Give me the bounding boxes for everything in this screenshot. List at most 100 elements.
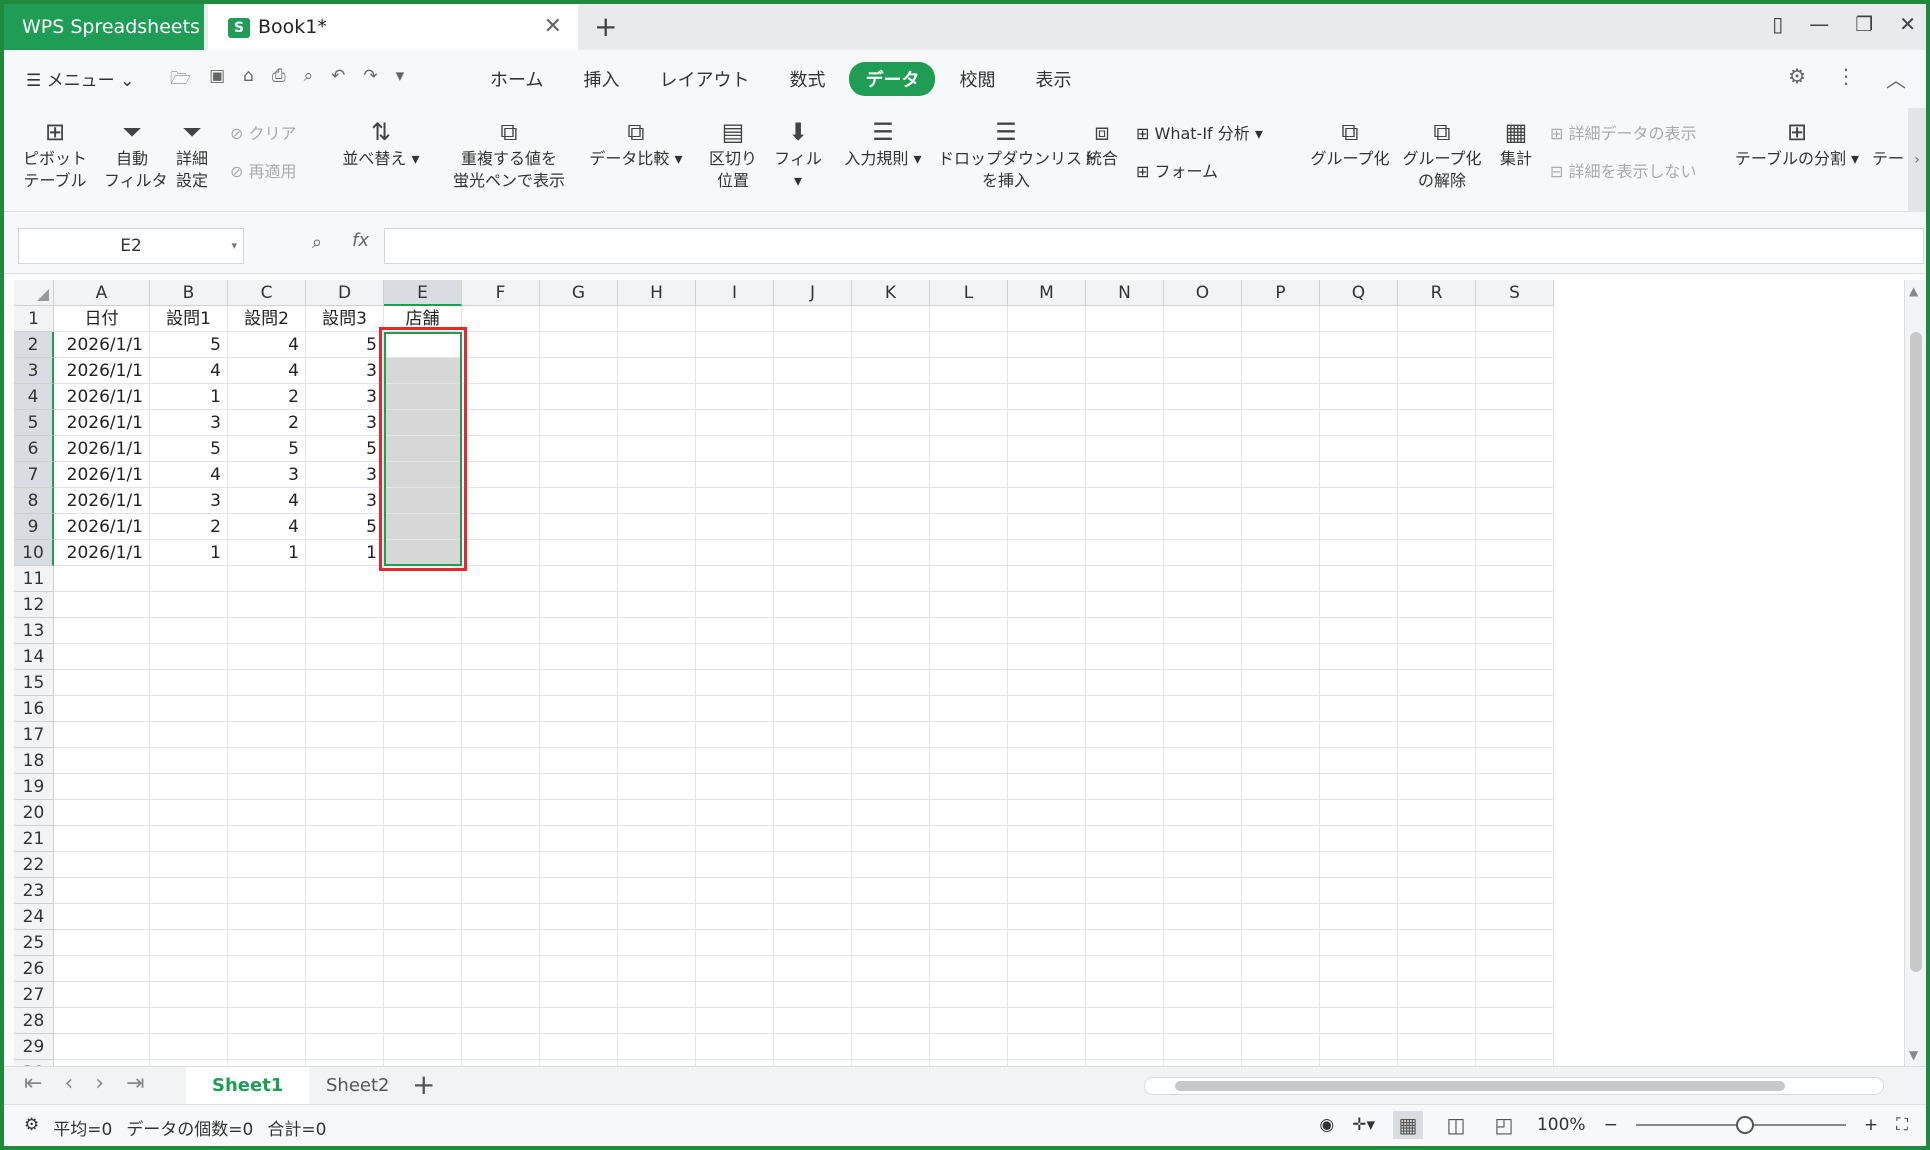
- close-window-icon[interactable]: ✕: [1899, 12, 1916, 36]
- table-button-partial[interactable]: テー: [1868, 116, 1908, 170]
- row-header-8[interactable]: 8: [14, 488, 54, 514]
- cell-p25[interactable]: [1242, 930, 1320, 956]
- cell-d5[interactable]: 3: [306, 410, 384, 436]
- cell-a28[interactable]: [54, 1008, 150, 1034]
- cell-o18[interactable]: [1164, 748, 1242, 774]
- cell-i16[interactable]: [696, 696, 774, 722]
- cell-q14[interactable]: [1320, 644, 1398, 670]
- cell-d12[interactable]: [306, 592, 384, 618]
- cell-l11[interactable]: [930, 566, 1008, 592]
- cell-f15[interactable]: [462, 670, 540, 696]
- cell-d13[interactable]: [306, 618, 384, 644]
- collapse-ribbon-icon[interactable]: ︿: [1886, 64, 1906, 93]
- cell-g17[interactable]: [540, 722, 618, 748]
- cell-m2[interactable]: [1008, 332, 1086, 358]
- page-break-view-icon[interactable]: ◰: [1489, 1111, 1519, 1139]
- row-header-7[interactable]: 7: [14, 462, 54, 488]
- cell-f18[interactable]: [462, 748, 540, 774]
- cell-d18[interactable]: [306, 748, 384, 774]
- tab-formulas[interactable]: 数式: [773, 62, 841, 96]
- cell-s1[interactable]: [1476, 306, 1554, 332]
- cell-a15[interactable]: [54, 670, 150, 696]
- cell-c8[interactable]: 4: [228, 488, 306, 514]
- cell-h26[interactable]: [618, 956, 696, 982]
- row-header-29[interactable]: 29: [14, 1034, 54, 1060]
- cell-q22[interactable]: [1320, 852, 1398, 878]
- cell-p29[interactable]: [1242, 1034, 1320, 1060]
- cell-a2[interactable]: 2026/1/1: [54, 332, 150, 358]
- cell-l14[interactable]: [930, 644, 1008, 670]
- cell-d27[interactable]: [306, 982, 384, 1008]
- cell-k7[interactable]: [852, 462, 930, 488]
- cell-c7[interactable]: 3: [228, 462, 306, 488]
- cell-q13[interactable]: [1320, 618, 1398, 644]
- cell-s3[interactable]: [1476, 358, 1554, 384]
- cell-e27[interactable]: [384, 982, 462, 1008]
- cell-a20[interactable]: [54, 800, 150, 826]
- cell-c13[interactable]: [228, 618, 306, 644]
- cell-g28[interactable]: [540, 1008, 618, 1034]
- cell-c4[interactable]: 2: [228, 384, 306, 410]
- advanced-filter-button[interactable]: ⏷ 詳細 設定: [170, 116, 214, 192]
- cell-m11[interactable]: [1008, 566, 1086, 592]
- cell-d24[interactable]: [306, 904, 384, 930]
- cell-n18[interactable]: [1086, 748, 1164, 774]
- cell-c12[interactable]: [228, 592, 306, 618]
- cell-i26[interactable]: [696, 956, 774, 982]
- cell-n10[interactable]: [1086, 540, 1164, 566]
- tab-insert[interactable]: 挿入: [567, 62, 635, 96]
- cell-k6[interactable]: [852, 436, 930, 462]
- save-icon[interactable]: ▣: [209, 66, 225, 95]
- cell-c23[interactable]: [228, 878, 306, 904]
- cell-q23[interactable]: [1320, 878, 1398, 904]
- cell-i17[interactable]: [696, 722, 774, 748]
- tab-home[interactable]: ホーム: [474, 62, 559, 96]
- spreadsheet-grid[interactable]: A B C D E F G H I J K L M N O P Q R S 1 日付 設問1 設問2 設問3 店舗 2 2026/1…: [14, 280, 1904, 1066]
- scroll-down-icon[interactable]: ▼: [1909, 1048, 1918, 1062]
- cell-h12[interactable]: [618, 592, 696, 618]
- row-header-23[interactable]: 23: [14, 878, 54, 904]
- cell-l22[interactable]: [930, 852, 1008, 878]
- new-tab-icon[interactable]: +: [594, 10, 617, 43]
- cell-d29[interactable]: [306, 1034, 384, 1060]
- column-header-k[interactable]: K: [852, 280, 930, 306]
- cell-n1[interactable]: [1086, 306, 1164, 332]
- cell-e26[interactable]: [384, 956, 462, 982]
- cell-f7[interactable]: [462, 462, 540, 488]
- cell-j22[interactable]: [774, 852, 852, 878]
- cell-o4[interactable]: [1164, 384, 1242, 410]
- cell-f6[interactable]: [462, 436, 540, 462]
- cell-m21[interactable]: [1008, 826, 1086, 852]
- cell-n2[interactable]: [1086, 332, 1164, 358]
- cell-l12[interactable]: [930, 592, 1008, 618]
- cell-l25[interactable]: [930, 930, 1008, 956]
- cell-l1[interactable]: [930, 306, 1008, 332]
- row-header-26[interactable]: 26: [14, 956, 54, 982]
- cell-e18[interactable]: [384, 748, 462, 774]
- cell-c17[interactable]: [228, 722, 306, 748]
- cell-g23[interactable]: [540, 878, 618, 904]
- column-header-m[interactable]: M: [1008, 280, 1086, 306]
- cell-g20[interactable]: [540, 800, 618, 826]
- column-header-c[interactable]: C: [228, 280, 306, 306]
- cell-f24[interactable]: [462, 904, 540, 930]
- column-header-h[interactable]: H: [618, 280, 696, 306]
- cell-d9[interactable]: 5: [306, 514, 384, 540]
- cell-i15[interactable]: [696, 670, 774, 696]
- cell-k14[interactable]: [852, 644, 930, 670]
- cell-a23[interactable]: [54, 878, 150, 904]
- cell-n21[interactable]: [1086, 826, 1164, 852]
- sort-button[interactable]: ⇅ 並べ替え ▾: [338, 116, 424, 170]
- cell-j7[interactable]: [774, 462, 852, 488]
- cell-j25[interactable]: [774, 930, 852, 956]
- macro-icon[interactable]: ⚙: [24, 1115, 39, 1140]
- cell-g15[interactable]: [540, 670, 618, 696]
- gear-icon[interactable]: ⚙: [1788, 64, 1806, 93]
- cell-r14[interactable]: [1398, 644, 1476, 670]
- cell-i9[interactable]: [696, 514, 774, 540]
- cell-j21[interactable]: [774, 826, 852, 852]
- cell-j9[interactable]: [774, 514, 852, 540]
- cell-r25[interactable]: [1398, 930, 1476, 956]
- cell-j26[interactable]: [774, 956, 852, 982]
- cell-n9[interactable]: [1086, 514, 1164, 540]
